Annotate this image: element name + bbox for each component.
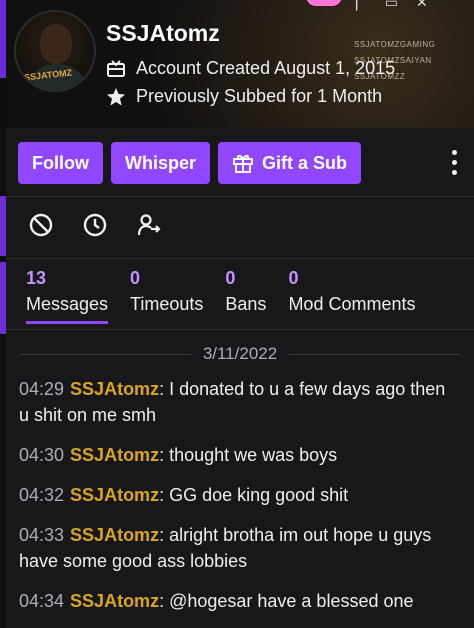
username[interactable]: SSJAtomz: [106, 20, 220, 47]
mod-comments-count: 0: [288, 268, 299, 288]
banner-watermark: SSJATOMZGAMING: [354, 40, 436, 49]
message-user[interactable]: SSJAtomz: [70, 445, 159, 465]
top-toolbar: ▏ ▭ ✕: [356, 0, 428, 11]
timeout-clock-icon[interactable]: [82, 212, 108, 238]
subbed-row: Previously Subbed for 1 Month: [106, 86, 382, 107]
message-list: 04:29 SSJAtomz: I donated to u a few days…: [19, 376, 460, 628]
avatar[interactable]: SSJATOMZ: [14, 10, 96, 92]
toolbar-icon[interactable]: ▭: [385, 0, 398, 11]
subbed-text: Previously Subbed for 1 Month: [136, 86, 383, 106]
bans-label: Bans: [225, 294, 267, 314]
message-user[interactable]: SSJAtomz: [70, 379, 159, 399]
mod-actions: [28, 212, 162, 238]
message-user[interactable]: SSJAtomz: [70, 591, 159, 611]
message-text: : GG doe king good shit: [159, 485, 349, 505]
toolbar-icon[interactable]: ✕: [416, 0, 428, 11]
tab-timeouts[interactable]: 0 Timeouts: [130, 268, 203, 324]
message-time: 04:33: [19, 525, 65, 545]
user-card: ▏ ▭ ✕ SSJATOMZ SSJAtomz SSJATOMZGAMING S…: [6, 0, 474, 628]
message-time: 04:29: [19, 379, 65, 399]
action-buttons: Follow Whisper Gift a Sub: [18, 142, 474, 184]
star-icon: [107, 87, 125, 105]
message-text: : @hogesar have a blessed one: [159, 591, 414, 611]
bans-count: 0: [225, 268, 236, 288]
calendar-icon: [107, 59, 125, 77]
tab-bans[interactable]: 0 Bans: [225, 268, 266, 324]
date-label: 3/11/2022: [202, 344, 278, 363]
message-user[interactable]: SSJAtomz: [70, 485, 159, 505]
chat-message: 04:29 SSJAtomz: I donated to u a few days…: [19, 376, 460, 428]
message-time: 04:34: [19, 591, 65, 611]
account-created-row: Account Created August 1, 2015: [106, 58, 395, 79]
chat-message: 04:33 SSJAtomz: alright brotha im out hop…: [19, 522, 460, 574]
message-time: 04:30: [19, 445, 65, 465]
gift-sub-button[interactable]: Gift a Sub: [218, 142, 362, 184]
more-options-icon[interactable]: [452, 150, 458, 180]
chat-message: 04:32 SSJAtomz: GG doe king good shit: [19, 482, 460, 508]
chat-message: 04:34 SSJAtomz: @hogesar have a blessed o…: [19, 588, 460, 614]
chat-message: 04:30 SSJAtomz: thought we was boys: [19, 442, 460, 468]
gift-icon: [233, 155, 254, 173]
gift-sub-label: Gift a Sub: [262, 152, 348, 173]
date-separator: 3/11/2022: [6, 344, 474, 364]
timeouts-count: 0: [130, 268, 141, 288]
user-arrow-icon[interactable]: [136, 212, 162, 238]
message-text: : thought we was boys: [159, 445, 338, 465]
notification-pill: [306, 0, 342, 6]
divider: [6, 258, 474, 259]
tab-mod-comments[interactable]: 0 Mod Comments: [288, 268, 415, 324]
follow-button[interactable]: Follow: [18, 142, 103, 184]
profile-banner: ▏ ▭ ✕ SSJATOMZ SSJAtomz SSJATOMZGAMING S…: [6, 0, 474, 128]
stats-tabs: 13 Messages 0 Timeouts 0 Bans 0 Mod Comm…: [26, 268, 437, 324]
mod-comments-label: Mod Comments: [288, 294, 416, 314]
timeouts-label: Timeouts: [130, 294, 204, 314]
message-time: 04:32: [19, 485, 65, 505]
account-created-text: Account Created August 1, 2015: [136, 58, 396, 78]
tab-underline: [6, 329, 474, 330]
messages-label: Messages: [26, 294, 109, 324]
toolbar-icon[interactable]: ▏: [356, 0, 367, 11]
divider: [6, 196, 474, 197]
messages-count: 13: [26, 268, 47, 288]
whisper-button[interactable]: Whisper: [111, 142, 211, 184]
tab-messages[interactable]: 13 Messages: [26, 268, 109, 324]
message-user[interactable]: SSJAtomz: [70, 525, 159, 545]
ban-icon[interactable]: [28, 212, 54, 238]
